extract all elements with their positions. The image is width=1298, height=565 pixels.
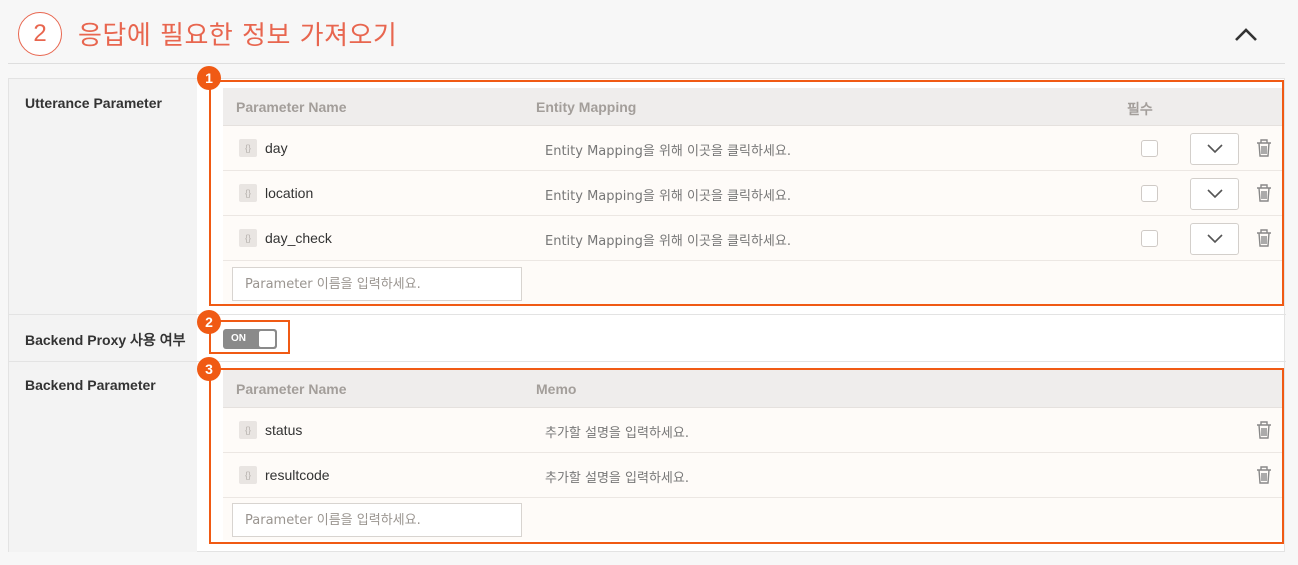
page: 2 응답에 필요한 정보 가져오기 Utterance Parameter Ba… bbox=[0, 0, 1298, 565]
backend-proxy-label: Backend Proxy 사용 여부 bbox=[25, 332, 186, 348]
annotation-badge-1: 1 bbox=[197, 66, 221, 90]
backend-parameter-label: Backend Parameter bbox=[25, 377, 156, 393]
annotation-box-2 bbox=[209, 320, 290, 354]
annotation-box-1 bbox=[209, 80, 1284, 306]
section-title: 응답에 필요한 정보 가져오기 bbox=[78, 21, 398, 51]
annotation-badge-2: 2 bbox=[197, 310, 221, 334]
chevron-up-icon[interactable] bbox=[1232, 20, 1260, 48]
utterance-parameter-label: Utterance Parameter bbox=[25, 95, 162, 111]
proxy-label-cell: Backend Proxy 사용 여부 bbox=[9, 315, 197, 361]
utterance-label-cell: Utterance Parameter bbox=[9, 79, 197, 314]
step-number: 2 bbox=[18, 12, 62, 56]
annotation-badge-3: 3 bbox=[197, 357, 221, 381]
section-header: 2 응답에 필요한 정보 가져오기 bbox=[8, 0, 1285, 64]
backend-label-cell: Backend Parameter bbox=[9, 362, 197, 552]
annotation-box-3 bbox=[209, 368, 1284, 544]
